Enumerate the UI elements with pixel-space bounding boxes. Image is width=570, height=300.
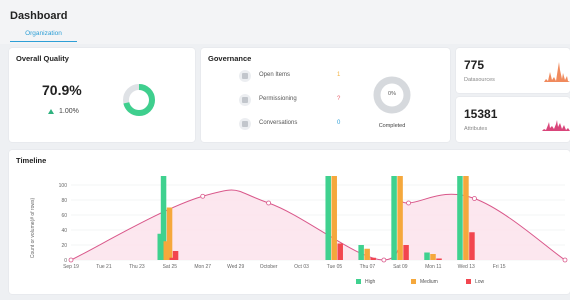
timeline-chart: 0 20 40 60 80 100 Sep 19 Tue 21 Thu 23 Sat 25 Mon… [30, 176, 568, 270]
bar-low [370, 257, 376, 260]
attributes-card[interactable]: 15381 Attributes [456, 97, 570, 142]
quality-donut-chart [123, 84, 155, 116]
governance-item-label: Permissioning [259, 96, 297, 102]
timeline-title: Timeline [16, 156, 47, 165]
chat-icon [239, 118, 251, 130]
overall-quality-title: Overall Quality [16, 54, 69, 63]
bar-low [169, 257, 176, 260]
x-tick-label: Wed 13 [458, 264, 475, 270]
timeline-card: 0 20 40 60 80 100 Sep 19 Tue 21 Thu 23 Sat 25 Mon… [9, 150, 570, 294]
page-title: Dashboard [10, 10, 68, 22]
building-icon [239, 70, 251, 82]
attributes-sparkline-area [532, 120, 570, 131]
y-axis-tick-labels: 0 20 40 60 80 100 [59, 183, 68, 264]
y-tick-label: 0 [64, 258, 67, 264]
line-point [472, 196, 477, 201]
line-point [562, 257, 568, 263]
y-tick-label: 40 [61, 228, 67, 234]
completed-percent: 0% [388, 91, 396, 97]
bar-high [457, 176, 463, 260]
y-tick-label: 60 [61, 213, 67, 219]
x-tick-label: Thu 07 [360, 264, 376, 270]
x-tick-label: Sat 25 [163, 264, 178, 270]
governance-item-open-items[interactable]: Open Items 1 [239, 70, 349, 82]
bar-medium [430, 254, 436, 260]
attributes-label: Attributes [464, 126, 488, 132]
x-axis-tick-labels: Sep 19 Tue 21 Thu 23 Sat 25 Mon 27 Wed 29 Octo… [63, 264, 506, 270]
bar-high [424, 252, 430, 260]
x-tick-label: Tue 05 [327, 264, 343, 270]
x-tick-label: Sat 09 [393, 264, 408, 270]
bar-low [469, 232, 475, 260]
y-tick-label: 80 [61, 198, 67, 204]
bar-medium [163, 241, 170, 260]
x-tick-label: Tue 21 [96, 264, 112, 270]
governance-item-permissioning[interactable]: Permissioning ? [239, 94, 349, 106]
y-tick-label: 100 [59, 183, 68, 189]
legend-swatch-high [356, 279, 361, 284]
legend-high[interactable]: High [356, 278, 396, 288]
line-point [406, 200, 411, 206]
governance-item-count: 1 [337, 72, 341, 78]
line-point [200, 193, 206, 199]
line-area-fill [71, 190, 565, 260]
overall-quality-delta: 1.00% [59, 108, 79, 115]
trend-up-icon [48, 109, 54, 114]
datasources-sparkline-area [532, 62, 570, 82]
datasources-value: 775 [464, 58, 485, 72]
x-tick-label: Wed 29 [227, 264, 244, 270]
line-point [381, 257, 387, 263]
line-point [68, 257, 74, 263]
bar-high [358, 245, 364, 260]
bar-medium [463, 176, 469, 260]
datasources-sparkline [532, 62, 570, 82]
governance-item-label: Open Items [259, 72, 291, 78]
x-tick-label: Sep 19 [63, 264, 79, 270]
document-icon [239, 94, 251, 106]
bar-low [403, 245, 409, 260]
overall-quality-card: Overall Quality 70.9% 1.00% [9, 48, 195, 142]
y-axis-label: Count or volume(# of rows) [30, 198, 36, 259]
legend-label-low: Low [475, 278, 485, 285]
governance-item-count: 0 [337, 120, 341, 126]
x-tick-label: Fri 15 [493, 264, 506, 270]
legend-swatch-low [466, 279, 471, 284]
governance-card: Governance Open Items 1 Permissioning ? … [201, 48, 450, 142]
tab-organization[interactable]: Organization [10, 27, 77, 42]
legend-swatch-medium [411, 279, 416, 284]
x-tick-label: Mon 27 [194, 264, 211, 270]
chart-line-layer [68, 189, 568, 263]
line-point [266, 200, 272, 206]
governance-title: Governance [208, 54, 252, 63]
x-tick-label: Mon 11 [425, 264, 442, 270]
datasources-card[interactable]: 775 Datasources [456, 48, 570, 93]
governance-item-conversations[interactable]: Conversations 0 [239, 118, 349, 130]
bar-low [436, 258, 442, 260]
attributes-sparkline [532, 120, 570, 131]
legend-low[interactable]: Low [466, 278, 506, 288]
bar-high [325, 176, 331, 260]
legend-label-high: High [365, 278, 376, 285]
top-bar: Dashboard Organization [0, 0, 570, 44]
y-tick-label: 20 [61, 243, 67, 249]
bar-low [337, 243, 343, 260]
datasources-label: Datasources [464, 77, 495, 83]
governance-item-count: ? [337, 96, 341, 102]
legend-medium[interactable]: Medium [411, 278, 451, 288]
x-tick-label: October [260, 264, 278, 270]
completed-label: Completed [378, 123, 406, 129]
bar-medium [397, 176, 403, 260]
bar-medium [331, 176, 337, 260]
bar-high [391, 176, 397, 260]
bar-medium [364, 248, 370, 260]
legend-label-medium: Medium [420, 278, 438, 285]
governance-item-label: Conversations [259, 120, 298, 126]
bar-high [157, 233, 164, 260]
x-tick-label: Thu 23 [129, 264, 145, 270]
x-tick-label: Oct 03 [294, 264, 309, 270]
overall-quality-value: 70.9% [42, 82, 82, 98]
attributes-value: 15381 [464, 107, 498, 121]
